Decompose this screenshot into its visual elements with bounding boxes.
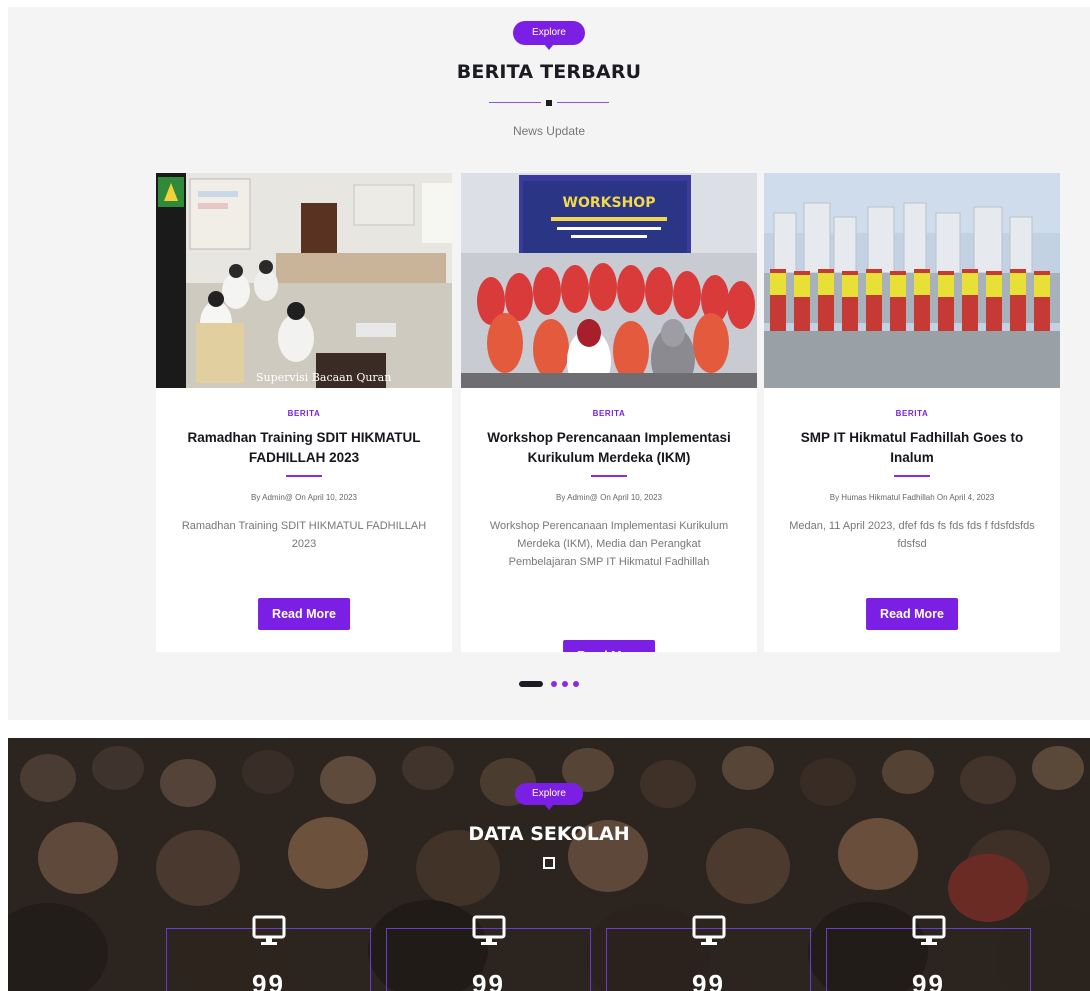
news-card-category[interactable]: BERITA — [764, 409, 1060, 418]
news-section-subtitle: News Update — [512, 124, 586, 138]
news-card-category[interactable]: BERITA — [461, 409, 757, 418]
carousel-dot[interactable] — [562, 681, 568, 687]
monitor-icon — [912, 915, 945, 945]
read-more-button[interactable]: Read More — [563, 640, 655, 652]
news-card-excerpt: Ramadhan Training SDIT HIKMATUL FADHILLA… — [181, 520, 427, 550]
stat-value: 99 — [692, 969, 725, 991]
title-underline — [591, 475, 627, 477]
stat-card: 99 — [166, 915, 371, 991]
news-card-meta: By Admin@ On April 10, 2023 — [556, 493, 662, 502]
read-more-button[interactable]: Read More — [258, 598, 350, 630]
news-section-title: BERITA TERBARU — [456, 61, 642, 83]
news-card-image[interactable]: Supervisi Bacaan Quran — [156, 173, 452, 388]
image-caption: Supervisi Bacaan Quran — [256, 371, 391, 384]
news-card-category[interactable]: BERITA — [156, 409, 452, 418]
news-card-meta: By Admin@ On April 10, 2023 — [251, 493, 357, 502]
carousel-pagination — [519, 681, 579, 687]
monitor-icon — [252, 915, 285, 945]
news-card: Supervisi Bacaan Quran BERITA Ramadhan T… — [156, 173, 452, 652]
news-card-image[interactable] — [764, 173, 1060, 388]
stat-card: 99 — [386, 915, 591, 991]
title-square-ornament — [543, 857, 555, 869]
stat-card: 99 — [826, 915, 1031, 991]
explore-badge: Explore — [513, 21, 585, 45]
carousel-dot-active[interactable] — [519, 681, 543, 687]
news-card-excerpt: Medan, 11 April 2023, dfef fds fs fds fd… — [789, 520, 1035, 550]
stat-card: 99 — [606, 915, 811, 991]
title-divider — [489, 100, 609, 106]
news-card-title[interactable]: SMP IT Hikmatul Fadhillah Goes to Inalum — [786, 428, 1038, 468]
banner-text: WORKSHOP — [563, 195, 656, 211]
title-underline — [894, 475, 930, 477]
news-card-image[interactable]: WORKSHOP — [461, 173, 757, 388]
news-card: WORKSHOP BERITA Workshop Perencanaan Imp… — [461, 173, 757, 652]
monitor-icon — [472, 915, 505, 945]
read-more-button[interactable]: Read More — [866, 598, 958, 630]
news-card-title[interactable]: Workshop Perencanaan Implementasi Kuriku… — [483, 428, 735, 468]
news-section: Explore BERITA TERBARU News Update Super… — [8, 7, 1090, 720]
carousel-dot[interactable] — [573, 681, 579, 687]
news-card-excerpt: Workshop Perencanaan Implementasi Kuriku… — [489, 520, 729, 568]
carousel-dot[interactable] — [551, 681, 557, 687]
news-card: BERITA SMP IT Hikmatul Fadhillah Goes to… — [764, 173, 1060, 652]
news-card-title[interactable]: Ramadhan Training SDIT HIKMATUL FADHILLA… — [178, 428, 430, 468]
explore-badge: Explore — [515, 783, 583, 805]
stat-value: 99 — [472, 969, 505, 991]
title-underline — [286, 475, 322, 477]
news-carousel: Supervisi Bacaan Quran BERITA Ramadhan T… — [156, 173, 1060, 652]
stat-value: 99 — [912, 969, 945, 991]
school-data-section: Explore DATA SEKOLAH 99 99 99 99 — [8, 738, 1090, 991]
stat-value: 99 — [252, 969, 285, 991]
school-data-title: DATA SEKOLAH — [468, 823, 630, 845]
news-card-meta: By Humas Hikmatul Fadhillah On April 4, … — [829, 493, 995, 502]
monitor-icon — [692, 915, 725, 945]
